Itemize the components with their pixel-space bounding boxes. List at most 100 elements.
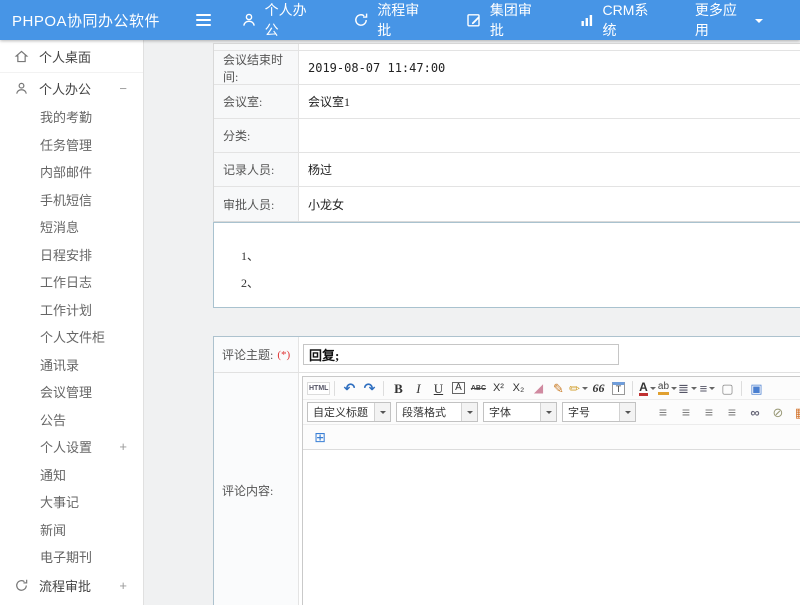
editor-content-area[interactable] (303, 450, 800, 605)
nav-workflow-approval[interactable]: 流程审批 (353, 0, 429, 40)
toolbar-separator (383, 381, 384, 396)
comment-content-label: 评论内容: (222, 482, 273, 499)
nav-group-approval[interactable]: 集团审批 (466, 0, 542, 40)
sidebar-section-workflow-approval[interactable]: 流程审批 + (0, 571, 143, 601)
sidebar-item[interactable]: 短消息 (0, 213, 143, 241)
menu-toggle-icon[interactable] (192, 7, 215, 33)
app-window: PHPOA协同办公软件 个人办公 流程审批 集团审批 (0, 0, 800, 605)
table-row-end-time: 会议结束时间: 2019-08-07 11:47:00 (214, 51, 800, 85)
sidebar-item[interactable]: 新闻 (0, 516, 143, 544)
chevron-down-icon (755, 19, 763, 27)
nav-personal-office[interactable]: 个人办公 (241, 0, 317, 40)
toolbar-separator (741, 381, 742, 396)
sidebar-item[interactable]: 大事记 (0, 488, 143, 516)
sidebar-item[interactable]: 公告 (0, 406, 143, 434)
content-area: 会议结束时间: 2019-08-07 11:47:00 会议室: 会议室1 分类… (145, 40, 800, 605)
sidebar-item-desktop[interactable]: 个人桌面 (0, 40, 143, 73)
sidebar-item-label: 短消息 (40, 217, 79, 236)
sidebar-item-label: 通讯录 (40, 355, 79, 374)
align-left-icon[interactable]: ≡ (653, 403, 673, 421)
sidebar-item[interactable]: 个人设置 + (0, 433, 143, 461)
strikethrough-icon[interactable]: ABC (468, 379, 488, 397)
meeting-detail-table: 会议结束时间: 2019-08-07 11:47:00 会议室: 会议室1 分类… (213, 43, 800, 222)
sidebar-item[interactable]: 手机短信 (0, 186, 143, 214)
undo-icon[interactable]: ↶ (339, 379, 359, 397)
subscript-icon[interactable]: X₂ (508, 379, 528, 397)
sidebar-item[interactable]: 通知 (0, 461, 143, 489)
sidebar-item[interactable]: 工作日志 (0, 268, 143, 296)
required-mark: (*) (277, 349, 290, 361)
fullscreen-icon[interactable]: ▣ (746, 379, 766, 397)
chevron-down-icon[interactable] (461, 403, 477, 421)
home-icon (14, 48, 30, 64)
top-nav: 个人办公 流程审批 集团审批 CRM系统 更多应用 (241, 0, 800, 40)
sidebar-section-personal-office[interactable]: 个人办公 − (0, 73, 143, 103)
insert-table-icon[interactable]: ⊞ (310, 428, 330, 446)
sidebar-item[interactable]: 个人文件柜 (0, 323, 143, 351)
redo-icon[interactable]: ↷ (359, 379, 379, 397)
comment-subject-input[interactable] (303, 344, 619, 365)
chevron-down-icon[interactable] (540, 403, 556, 421)
field-value: 小龙女 (299, 187, 800, 221)
paint-icon[interactable]: ✏ (568, 379, 588, 397)
field-value: 会议室1 (299, 85, 800, 118)
sidebar-item-label: 个人文件柜 (40, 327, 105, 346)
heading-style-select[interactable]: 自定义标题 (307, 402, 391, 422)
sidebar-item-label: 任务管理 (40, 135, 92, 154)
font-size-select[interactable]: 字号 (562, 402, 636, 422)
sidebar-item[interactable]: 内部邮件 (0, 158, 143, 186)
table-row-recorder: 记录人员: 杨过 (214, 153, 800, 187)
align-justify-icon[interactable]: ≡ (722, 403, 742, 421)
field-value (299, 119, 800, 152)
sidebar-item[interactable]: 日程安排 (0, 241, 143, 269)
expand-icon[interactable]: + (119, 440, 127, 453)
nav-more-apps[interactable]: 更多应用 (695, 0, 763, 40)
field-label: 会议结束时间: (214, 51, 299, 84)
unlink-icon[interactable]: ⊘ (768, 403, 788, 421)
sidebar-item[interactable]: 我的考勤 (0, 103, 143, 131)
chevron-down-icon (709, 387, 715, 393)
expand-icon[interactable]: + (119, 579, 127, 592)
field-label: 会议室: (214, 85, 299, 118)
chevron-down-icon[interactable] (619, 403, 635, 421)
paragraph-format-select[interactable]: 段落格式 (396, 402, 478, 422)
collapse-icon[interactable]: − (119, 82, 127, 95)
app-logo[interactable]: PHPOA协同办公软件 (0, 10, 180, 31)
font-color-icon[interactable]: A (637, 379, 657, 397)
sidebar-item[interactable]: 电子期刊 (0, 543, 143, 571)
sidebar-personal-submenu: 我的考勤 任务管理 内部邮件 手机短信 (0, 103, 143, 571)
nav-crm-system[interactable]: CRM系统 (579, 0, 658, 40)
font-family-select[interactable]: 字体 (483, 402, 557, 422)
underline-icon[interactable]: U (428, 379, 448, 397)
link-icon[interactable]: ∞ (745, 403, 765, 421)
image-icon[interactable]: ▦ (791, 403, 800, 421)
editor-toolbar-row2-icons: ≡ ≡ ≡ (653, 403, 800, 421)
user-icon (241, 12, 257, 28)
bold-icon[interactable]: B (388, 379, 408, 397)
superscript-icon[interactable]: X² (488, 379, 508, 397)
eraser-icon[interactable]: ◢ (528, 379, 548, 397)
italic-icon[interactable]: I (408, 379, 428, 397)
sidebar-item-label: 公告 (40, 410, 66, 429)
sidebar-item[interactable]: 会议管理 (0, 378, 143, 406)
blockquote-icon[interactable]: 66 (588, 379, 608, 397)
chevron-down-icon[interactable] (374, 403, 390, 421)
sidebar-item-label: 个人设置 (40, 437, 92, 456)
process-icon (353, 12, 369, 28)
sidebar-item-label: 通知 (40, 465, 66, 484)
align-center-icon[interactable]: ≡ (676, 403, 696, 421)
sidebar-item[interactable]: 通讯录 (0, 351, 143, 379)
paste-word-icon[interactable]: T (608, 379, 628, 397)
font-style-icon[interactable]: A (448, 379, 468, 397)
align-right-icon[interactable]: ≡ (699, 403, 719, 421)
sidebar-item[interactable]: 任务管理 (0, 131, 143, 159)
new-page-icon[interactable]: ▢ (717, 379, 737, 397)
unordered-list-icon[interactable]: ≡ (697, 379, 717, 397)
format-brush-icon[interactable]: ✎ (548, 379, 568, 397)
ordered-list-icon[interactable]: ≣ (677, 379, 697, 397)
sidebar-item-label: 会议管理 (40, 382, 92, 401)
nav-label: CRM系统 (603, 0, 658, 40)
source-html-button[interactable]: HTML (307, 379, 330, 397)
sidebar-item[interactable]: 工作计划 (0, 296, 143, 324)
highlight-color-icon[interactable]: ab (657, 379, 677, 397)
